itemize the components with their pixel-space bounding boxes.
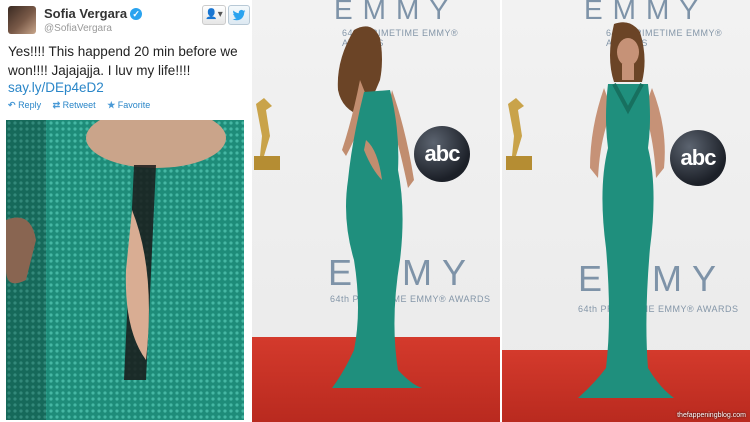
star-icon: ★ [107, 100, 116, 110]
twitter-button[interactable] [228, 5, 250, 25]
tweet-author-name[interactable]: Sofia Vergara ✓ [44, 6, 143, 21]
tweet-photo-dress-back[interactable] [6, 120, 244, 420]
woman-in-teal-gown-front [578, 22, 674, 398]
tweet-link[interactable]: say.ly/DEp4eD2 [8, 80, 104, 95]
tweet-panel: Sofia Vergara ✓ @SofiaVergara 👤▾ Yes!!!! … [0, 0, 250, 422]
follow-button[interactable]: 👤▾ [202, 5, 226, 25]
tweet-text: Yes!!!! This happend 20 min before we wo… [8, 44, 238, 78]
reply-icon: ↶ [8, 100, 16, 110]
author-name-text: Sofia Vergara [44, 6, 128, 21]
retweet-action[interactable]: ⇄ Retweet [53, 100, 96, 110]
reply-action[interactable]: ↶ Reply [8, 100, 41, 110]
emmy-statuette-icon-2 [506, 98, 532, 170]
retweet-label: Retweet [62, 100, 96, 110]
tweet-author-handle[interactable]: @SofiaVergara [44, 23, 112, 34]
verified-icon: ✓ [130, 8, 143, 20]
favorite-action[interactable]: ★ Favorite [107, 100, 150, 110]
reply-label: Reply [18, 100, 42, 110]
red-carpet-photo-front[interactable]: EMMY 64th PRIMETIME EMMY® AWARDS abc EMM… [502, 0, 750, 422]
dress-closeup-illustration [6, 120, 244, 420]
tweet-actions: ↶ Reply ⇄ Retweet ★ Favorite [8, 100, 159, 111]
twitter-bird-icon [232, 9, 246, 21]
retweet-icon: ⇄ [52, 100, 61, 110]
watermark: thefappeningblog.com [677, 412, 746, 419]
person-icon: 👤▾ [205, 9, 223, 20]
avatar[interactable] [8, 6, 36, 34]
woman-in-teal-gown-back [332, 26, 422, 388]
emmy-statuette-icon [254, 98, 280, 170]
red-carpet-photo-back[interactable]: EMMY 64th PRIMETIME EMMY® AWARDS abc EMM… [252, 0, 500, 422]
favorite-label: Favorite [117, 100, 151, 110]
